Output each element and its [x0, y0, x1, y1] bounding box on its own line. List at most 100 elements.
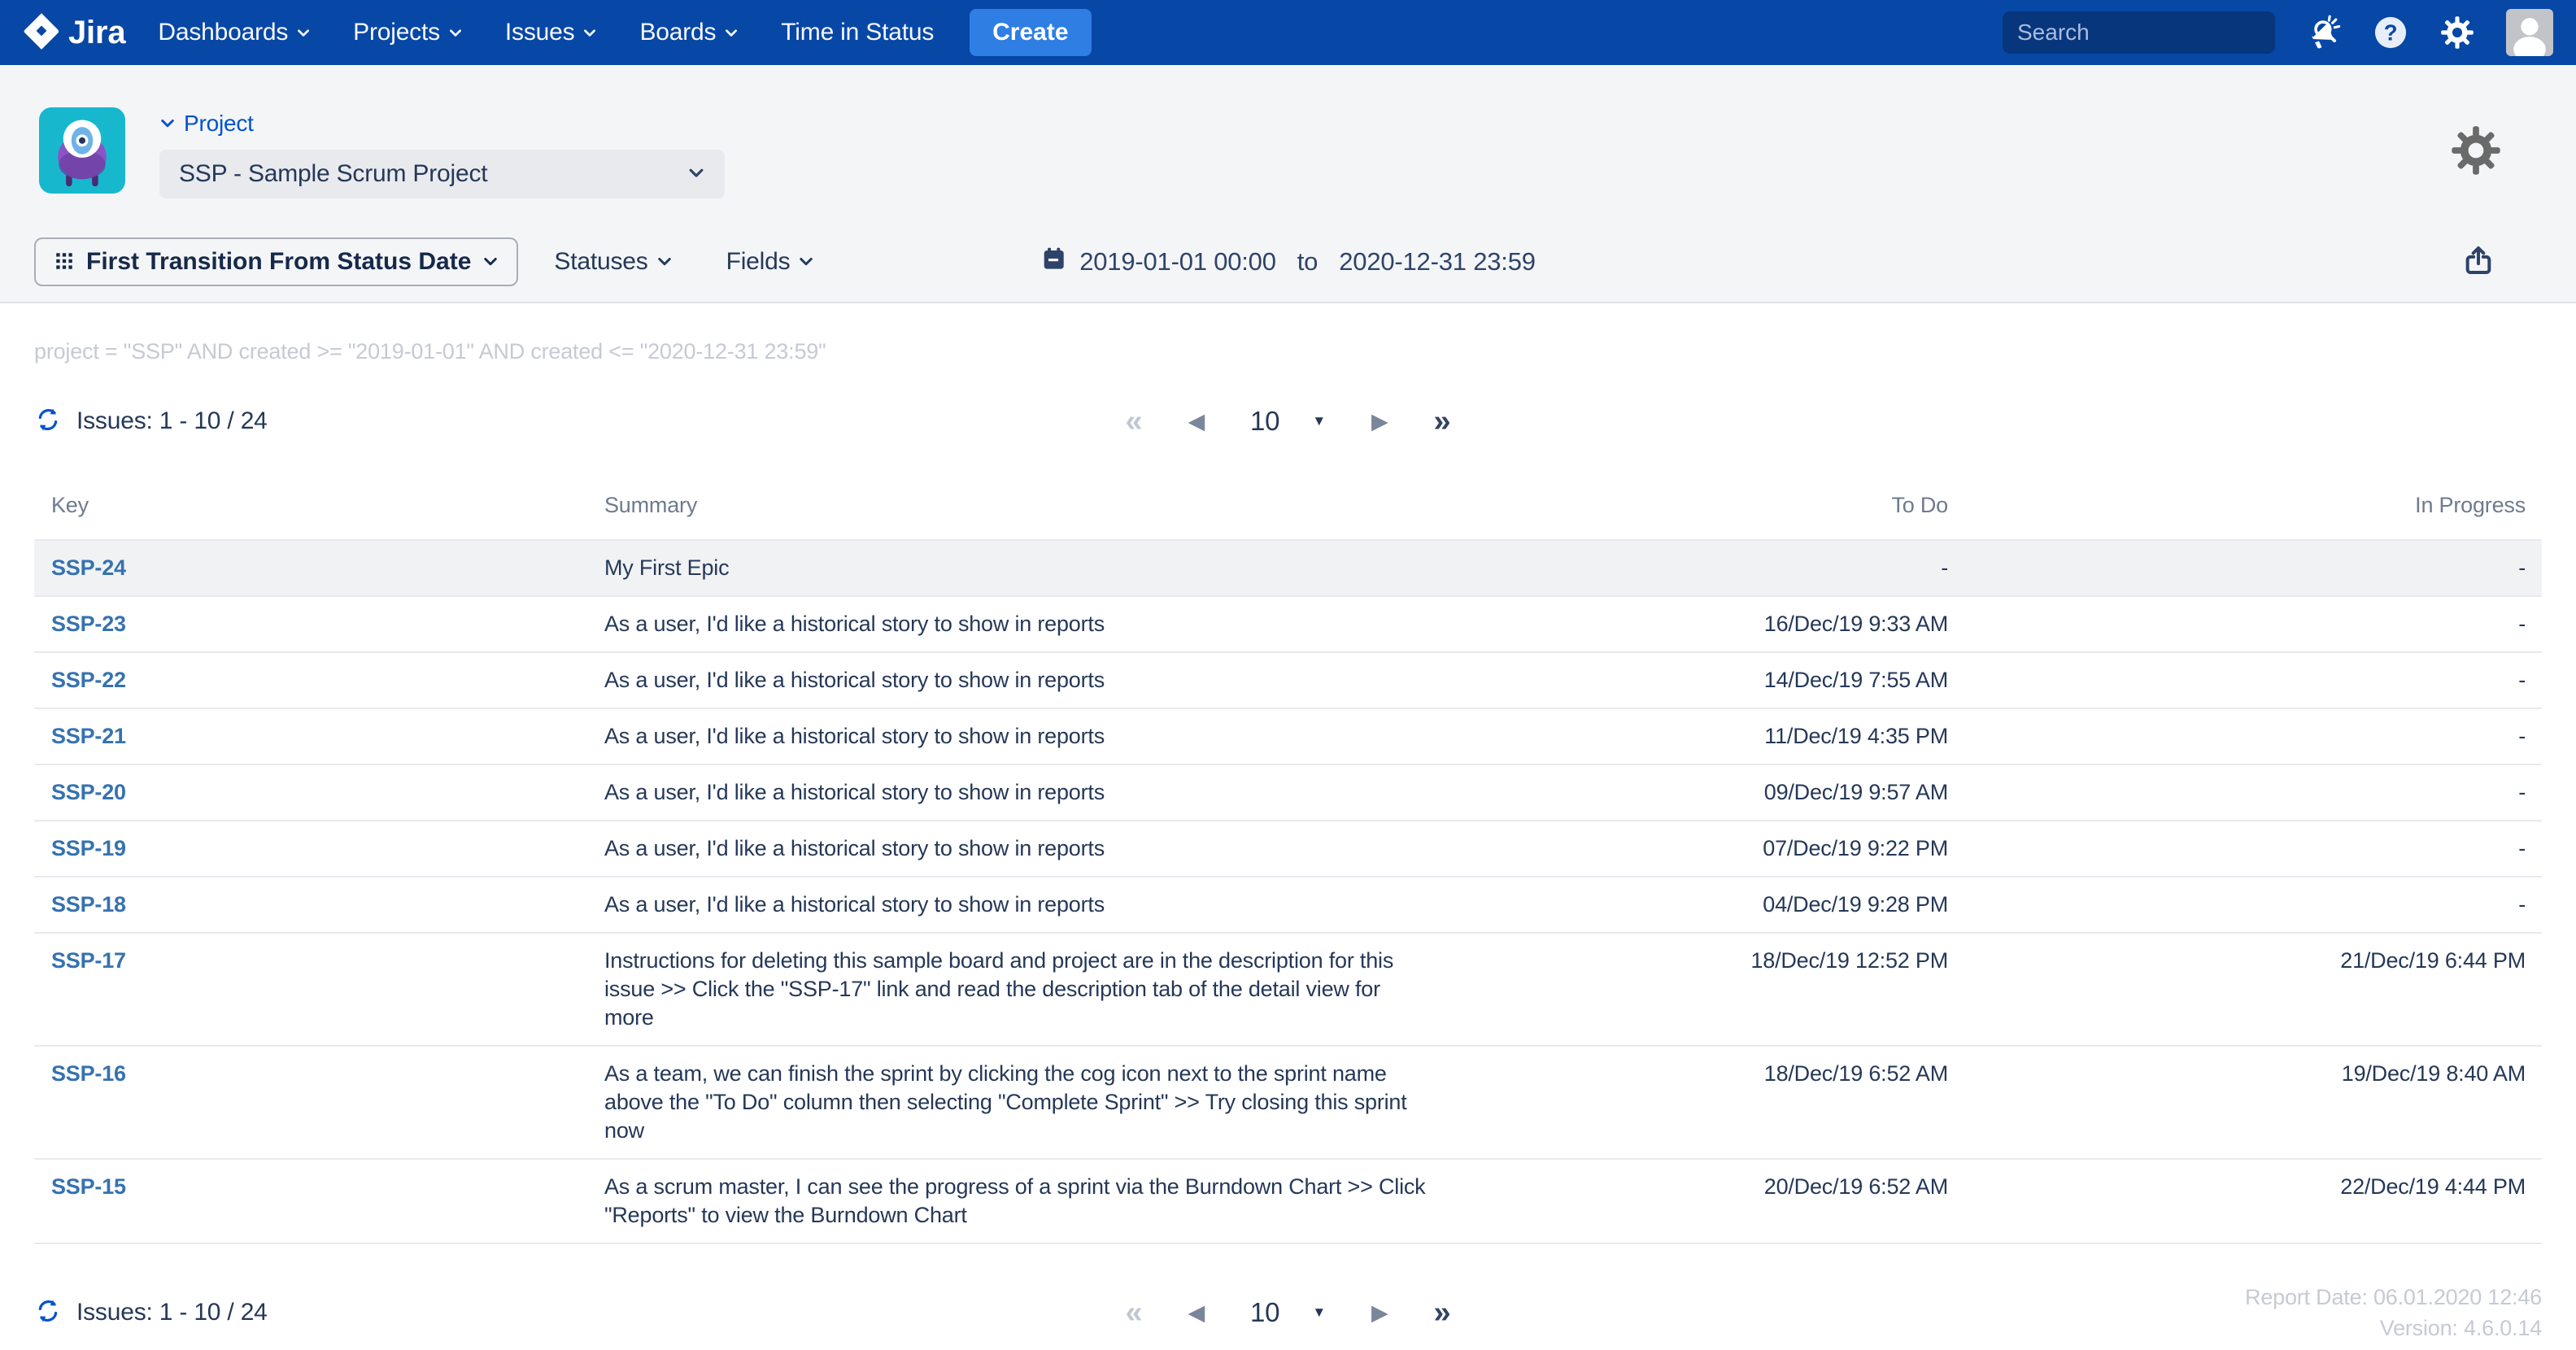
table-row: SSP-16 As a team, we can finish the spri…: [34, 1045, 2542, 1158]
user-avatar[interactable]: [2506, 9, 2553, 56]
settings-gear-icon[interactable]: [2439, 15, 2475, 50]
issue-key-link[interactable]: SSP-17: [51, 948, 126, 973]
table-header-row: Key Summary To Do In Progress: [34, 493, 2542, 539]
main-nav: Dashboards Projects Issues Boards Time i…: [158, 19, 934, 46]
issue-todo-value: 18/Dec/19 12:52 PM: [1450, 947, 1948, 975]
issue-summary: As a user, I'd like a historical story t…: [604, 610, 1105, 638]
issue-summary: As a user, I'd like a historical story t…: [604, 891, 1105, 919]
table-row: SSP-23 As a user, I'd like a historical …: [34, 595, 2542, 651]
project-avatar-icon: [39, 107, 125, 194]
fields-dropdown[interactable]: Fields: [726, 248, 815, 276]
nav-boards[interactable]: Boards: [639, 19, 739, 46]
issue-todo-value: 09/Dec/19 9:57 AM: [1450, 778, 1948, 807]
statuses-dropdown[interactable]: Statuses: [554, 248, 672, 276]
column-header-todo: To Do: [1450, 493, 1948, 518]
issue-key-link[interactable]: SSP-15: [51, 1174, 126, 1199]
pagination-first-button[interactable]: «: [1126, 406, 1143, 437]
issue-key-link[interactable]: SSP-19: [51, 836, 126, 860]
nav-dashboards[interactable]: Dashboards: [158, 19, 311, 46]
search-box[interactable]: [2003, 11, 2275, 54]
help-icon[interactable]: ?: [2373, 15, 2408, 50]
jql-query-text: project = "SSP" AND created >= "2019-01-…: [34, 339, 2542, 364]
issue-summary: As a user, I'd like a historical story t…: [604, 666, 1105, 695]
pagination-next-button[interactable]: ▶: [1371, 411, 1388, 433]
pagination-prev-button[interactable]: ◀: [1188, 411, 1205, 433]
chevron-down-icon: [687, 163, 705, 185]
issue-inprogress-value: -: [1948, 666, 2526, 695]
table-row: SSP-21 As a user, I'd like a historical …: [34, 708, 2542, 764]
issue-key-link[interactable]: SSP-16: [51, 1061, 126, 1086]
create-button[interactable]: Create: [970, 9, 1091, 56]
issue-summary: As a user, I'd like a historical story t…: [604, 778, 1105, 807]
pagination-bottom: « ◀ 10 ▼ ▶ »: [1126, 1297, 1451, 1328]
issue-summary: As a scrum master, I can see the progres…: [604, 1173, 1426, 1230]
report-settings-gear-icon[interactable]: [2449, 124, 2503, 181]
page-size-select[interactable]: 10 ▼: [1250, 406, 1326, 437]
project-label[interactable]: Project: [159, 111, 725, 137]
filter-toolbar: First Transition From Status Date Status…: [34, 237, 2542, 286]
date-to[interactable]: 2020-12-31 23:59: [1339, 247, 1536, 277]
announcement-icon[interactable]: [2306, 15, 2342, 50]
pagination-next-button[interactable]: ▶: [1371, 1302, 1388, 1324]
nav-issues[interactable]: Issues: [505, 19, 598, 46]
table-row: SSP-17 Instructions for deleting this sa…: [34, 932, 2542, 1045]
page-size-select[interactable]: 10 ▼: [1250, 1297, 1326, 1328]
table-row: SSP-22 As a user, I'd like a historical …: [34, 651, 2542, 708]
issue-inprogress-value: 22/Dec/19 4:44 PM: [1948, 1173, 2526, 1201]
top-navbar: Jira Dashboards Projects Issues Boards T…: [0, 0, 2576, 65]
issue-inprogress-value: -: [1948, 554, 2526, 582]
issue-inprogress-value: -: [1948, 610, 2526, 638]
issue-inprogress-value: -: [1948, 722, 2526, 751]
table-row: SSP-19 As a user, I'd like a historical …: [34, 820, 2542, 876]
issue-key-link[interactable]: SSP-23: [51, 612, 126, 636]
calendar-icon: [1040, 246, 1066, 278]
refresh-icon[interactable]: [34, 406, 62, 438]
project-select-value: SSP - Sample Scrum Project: [179, 160, 687, 188]
column-header-summary: Summary: [604, 493, 1450, 518]
issue-key-link[interactable]: SSP-22: [51, 668, 126, 692]
refresh-icon[interactable]: [34, 1297, 62, 1329]
issue-summary: Instructions for deleting this sample bo…: [604, 947, 1426, 1032]
pagination-last-button[interactable]: »: [1434, 406, 1451, 437]
issue-summary: As a user, I'd like a historical story t…: [604, 722, 1105, 751]
chevron-down-icon: [582, 19, 597, 46]
chevron-down-icon: [656, 248, 673, 276]
pagination-top: « ◀ 10 ▼ ▶ »: [1126, 406, 1451, 437]
caret-down-icon: ▼: [1312, 413, 1326, 429]
nav-projects[interactable]: Projects: [353, 19, 463, 46]
issue-todo-value: -: [1450, 554, 1948, 582]
pagination-first-button[interactable]: «: [1126, 1297, 1143, 1328]
issue-key-link[interactable]: SSP-20: [51, 780, 126, 804]
project-select[interactable]: SSP - Sample Scrum Project: [159, 150, 725, 198]
date-from[interactable]: 2019-01-01 00:00: [1079, 247, 1276, 277]
issues-count: Issues: 1 - 10 / 24: [76, 1299, 268, 1326]
report-type-dropdown[interactable]: First Transition From Status Date: [34, 237, 518, 286]
jira-logo-icon: [23, 12, 60, 54]
issue-summary: My First Epic: [604, 554, 729, 582]
search-input[interactable]: [2017, 20, 2311, 46]
nav-time-in-status[interactable]: Time in Status: [781, 19, 934, 46]
report-version: Version: 4.6.0.14: [2245, 1313, 2542, 1343]
table-row: SSP-24 My First Epic - -: [34, 539, 2542, 595]
issues-table: Key Summary To Do In Progress SSP-24 My …: [34, 493, 2542, 1244]
date-range-picker[interactable]: 2019-01-01 00:00 to 2020-12-31 23:59: [1040, 246, 1536, 278]
issue-inprogress-value: 21/Dec/19 6:44 PM: [1948, 947, 2526, 975]
pagination-prev-button[interactable]: ◀: [1188, 1302, 1205, 1324]
issue-key-link[interactable]: SSP-21: [51, 724, 126, 748]
report-meta: Report Date: 06.01.2020 12:46 Version: 4…: [2245, 1282, 2542, 1343]
report-content: project = "SSP" AND created >= "2019-01-…: [0, 339, 2576, 1332]
issues-toolbar-bottom: Issues: 1 - 10 / 24 « ◀ 10 ▼ ▶ » Report …: [34, 1293, 2542, 1332]
issue-key-link[interactable]: SSP-24: [51, 555, 126, 580]
export-icon[interactable]: [2462, 244, 2495, 281]
jira-logo[interactable]: Jira: [23, 12, 125, 54]
issue-inprogress-value: -: [1948, 891, 2526, 919]
issue-todo-value: 18/Dec/19 6:52 AM: [1450, 1060, 1948, 1088]
issue-key-link[interactable]: SSP-18: [51, 892, 126, 917]
date-range-to-label: to: [1297, 247, 1318, 277]
issue-todo-value: 07/Dec/19 9:22 PM: [1450, 834, 1948, 863]
issue-todo-value: 11/Dec/19 4:35 PM: [1450, 722, 1948, 751]
issue-todo-value: 04/Dec/19 9:28 PM: [1450, 891, 1948, 919]
issue-todo-value: 20/Dec/19 6:52 AM: [1450, 1173, 1948, 1201]
pagination-last-button[interactable]: »: [1434, 1297, 1451, 1328]
issue-todo-value: 14/Dec/19 7:55 AM: [1450, 666, 1948, 695]
